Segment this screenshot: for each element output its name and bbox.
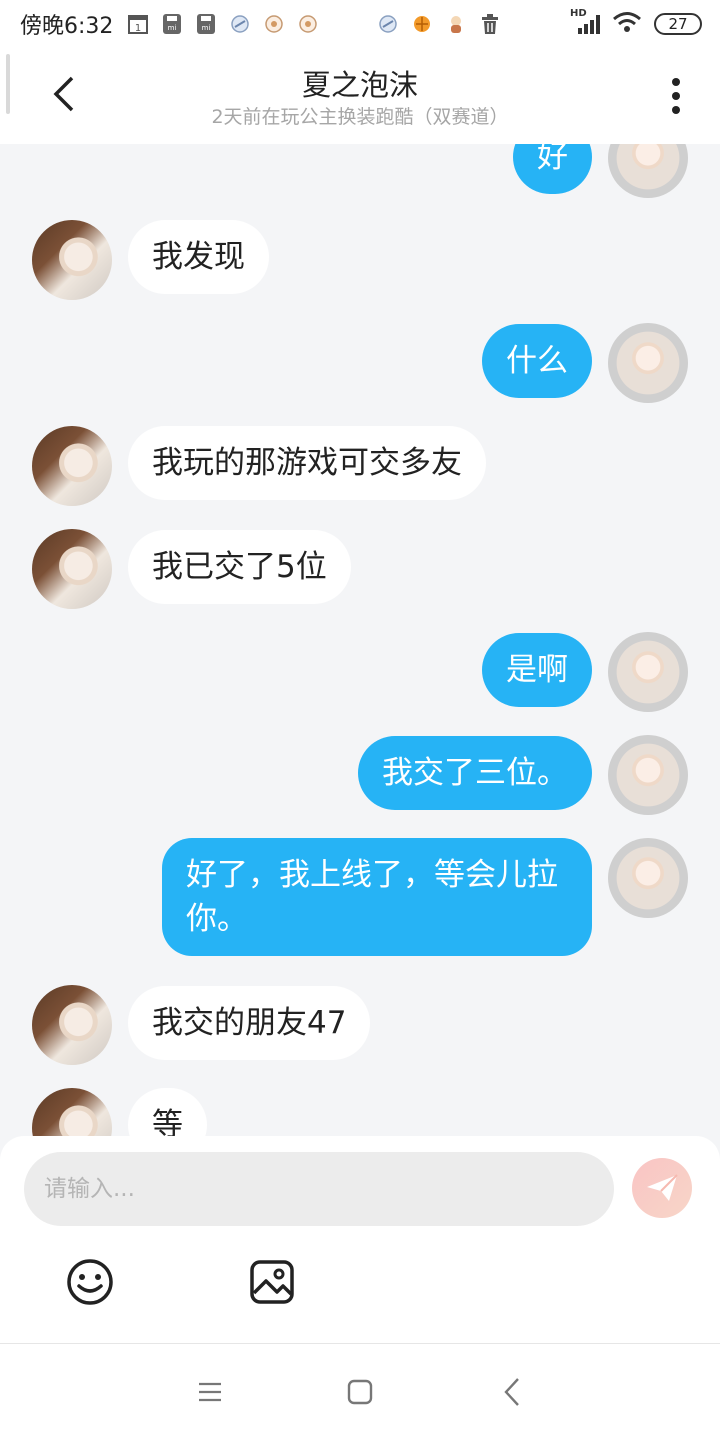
contact-status: 2天前在玩公主换装跑酷（双赛道） <box>211 106 509 128</box>
menu-button[interactable] <box>186 1368 234 1416</box>
menu-icon <box>199 1382 221 1402</box>
wifi-icon <box>612 10 642 38</box>
contact-avatar[interactable] <box>32 426 112 506</box>
message-bubble-outgoing[interactable]: 是啊 <box>482 633 592 707</box>
message-bubble-incoming[interactable]: 我交的朋友47 <box>128 986 371 1060</box>
message-bubble-outgoing[interactable]: 好了，我上线了，等会儿拉你。 <box>162 838 592 956</box>
my-avatar[interactable] <box>608 144 688 198</box>
message-input[interactable] <box>24 1152 614 1226</box>
svg-text:1: 1 <box>135 23 141 34</box>
mi-icon: mi <box>161 13 183 35</box>
home-button[interactable] <box>336 1368 384 1416</box>
svg-text:mi: mi <box>168 24 177 32</box>
more-vertical-icon <box>672 78 680 114</box>
message-bubble-incoming[interactable]: 等 <box>128 1088 207 1136</box>
back-button[interactable] <box>40 70 88 118</box>
send-icon <box>647 1174 678 1201</box>
composer <box>0 1136 720 1344</box>
home-icon <box>347 1379 373 1405</box>
smiley-icon <box>67 1259 113 1305</box>
message-bubble-incoming[interactable]: 我发现 <box>128 220 269 294</box>
image-button[interactable] <box>246 1256 298 1308</box>
chat-header: 夏之泡沫 2天前在玩公主换装跑酷（双赛道） <box>0 48 720 144</box>
nav-back-button[interactable] <box>488 1368 536 1416</box>
trash-icon <box>479 13 501 35</box>
cell-signal-icon: HD <box>570 8 600 36</box>
chat-screen: 傍晚6:32 1 mi mi HD 27 夏之泡沫 2天前在玩公主换装跑酷（双赛… <box>0 0 720 1440</box>
app-icon <box>297 13 319 35</box>
contact-avatar[interactable] <box>32 985 112 1065</box>
send-button[interactable] <box>632 1158 692 1218</box>
message-bubble-incoming[interactable]: 我玩的那游戏可交多友 <box>128 426 486 500</box>
contact-avatar[interactable] <box>32 529 112 609</box>
message-bubble-outgoing[interactable]: 什么 <box>482 324 592 398</box>
status-bar: 傍晚6:32 1 mi mi HD 27 <box>0 0 720 48</box>
message-bubble-outgoing[interactable]: 好 <box>513 144 592 194</box>
notification-icons: 1 mi mi <box>127 13 501 35</box>
app-icon <box>445 13 467 35</box>
edge-handle <box>6 54 10 114</box>
calendar-icon: 1 <box>127 13 149 35</box>
app-icon <box>229 13 251 35</box>
system-nav-bar <box>0 1344 720 1440</box>
app-icon <box>377 13 399 35</box>
image-icon <box>250 1260 294 1304</box>
chevron-left-icon <box>53 76 74 112</box>
status-indicators: HD 27 <box>570 8 702 38</box>
message-bubble-incoming[interactable]: 我已交了5位 <box>128 530 351 604</box>
my-avatar[interactable] <box>608 632 688 712</box>
status-time: 傍晚6:32 <box>20 14 114 39</box>
back-icon <box>504 1378 519 1406</box>
more-options-button[interactable] <box>656 74 696 118</box>
my-avatar[interactable] <box>608 735 688 815</box>
contact-avatar[interactable] <box>32 1088 112 1136</box>
app-icon <box>263 13 285 35</box>
my-avatar[interactable] <box>608 838 688 918</box>
svg-text:mi: mi <box>202 24 211 32</box>
mi-icon: mi <box>195 13 217 35</box>
message-list[interactable]: 好 我发现 什么 我玩的那游戏可交多友 我已交了5位 是啊 我交了三位。 好了，… <box>0 144 720 1136</box>
my-avatar[interactable] <box>608 323 688 403</box>
app-icon <box>411 13 433 35</box>
contact-name: 夏之泡沫 <box>301 68 418 102</box>
emoji-button[interactable] <box>64 1256 116 1308</box>
battery-indicator: 27 <box>654 13 702 35</box>
message-bubble-outgoing[interactable]: 我交了三位。 <box>358 736 592 810</box>
contact-avatar[interactable] <box>32 220 112 300</box>
